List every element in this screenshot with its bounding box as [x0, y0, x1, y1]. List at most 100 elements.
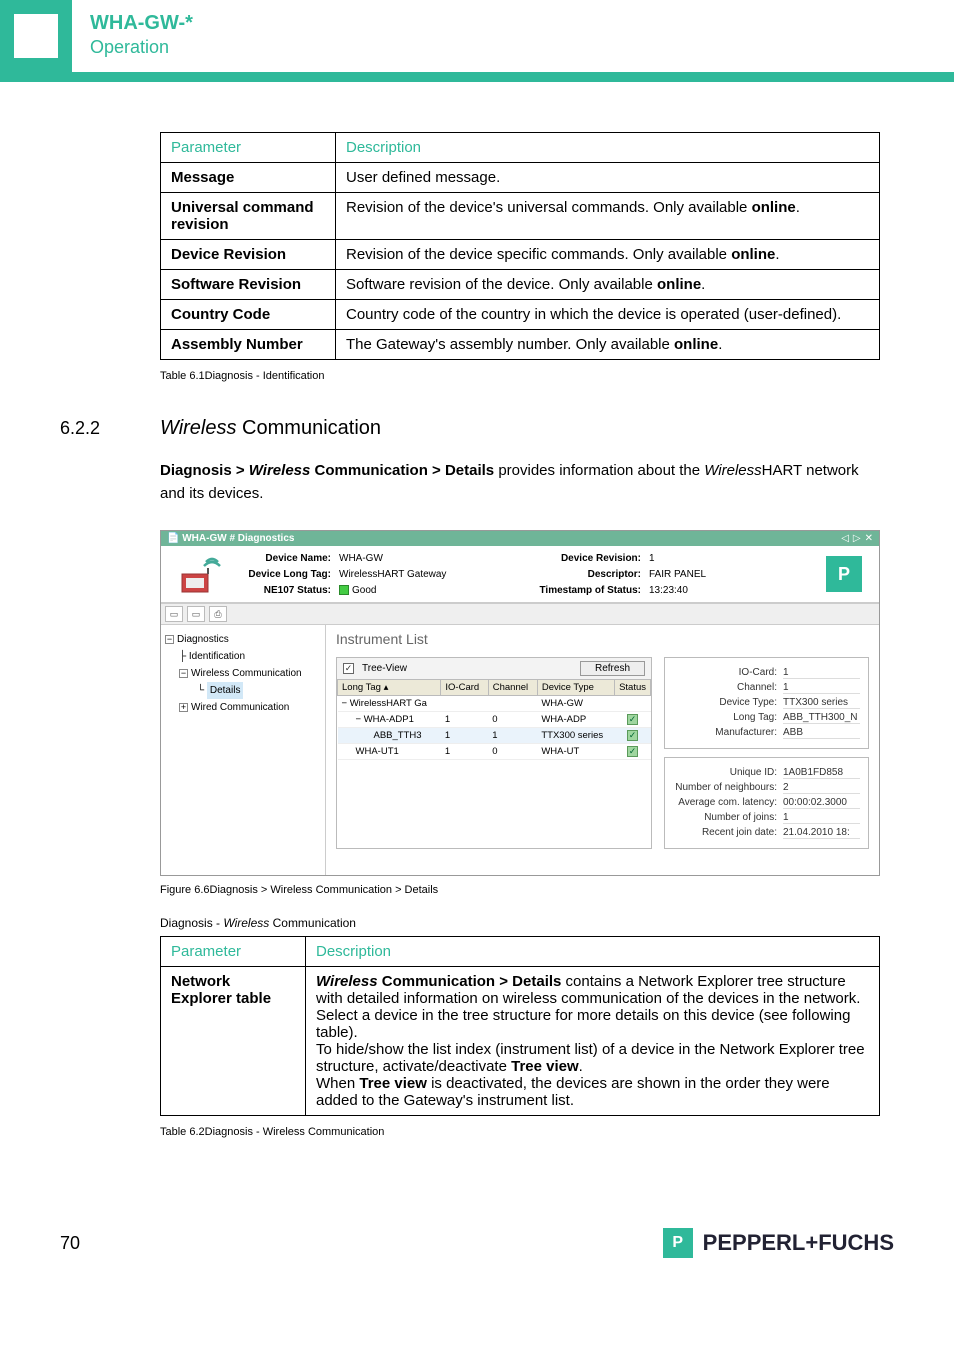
window-fwd-icon[interactable]: ▷ — [853, 533, 861, 544]
sort-asc-icon: ▴ — [384, 682, 389, 693]
header-panel: Device Name: WHA-GW Device Revision: 1 D… — [161, 546, 879, 603]
tree-details[interactable]: Details — [207, 682, 244, 699]
expand-icon[interactable]: − — [356, 714, 362, 725]
brand-icon: P — [663, 1228, 693, 1258]
joindate-value: 21.04.2010 18: — [783, 827, 860, 839]
devtype-label: Device Type: — [673, 697, 783, 709]
brand-logo: P PEPPERL+FUCHS — [663, 1228, 894, 1258]
tree-identification[interactable]: Identification — [189, 651, 245, 662]
header-rule — [0, 72, 954, 82]
longtag-value: ABB_TTH300_N — [783, 712, 860, 724]
table1-head-param: Parameter — [161, 133, 336, 163]
expand-icon[interactable]: + — [179, 703, 188, 712]
manufacturer-label: Manufacturer: — [673, 727, 783, 739]
uniqueid-label: Unique ID: — [673, 767, 783, 779]
t1-row1-param: Universal command revision — [161, 193, 336, 240]
window-close-icon[interactable]: ✕ — [865, 533, 873, 544]
table2-caption: Table 6.2Diagnosis - Wireless Communicat… — [160, 1126, 894, 1138]
joins-value: 1 — [783, 812, 860, 824]
t1-row4-desc: Country code of the country in which the… — [336, 300, 880, 330]
status-ok-icon: ✓ — [627, 746, 638, 757]
t1-row1-desc: Revision of the device's universal comma… — [336, 193, 880, 240]
expand-icon[interactable]: − — [342, 698, 348, 709]
brand-icon: P — [819, 552, 869, 596]
toolbar-print-icon[interactable]: ⎙ — [209, 606, 227, 622]
latency-label: Average com. latency: — [673, 797, 783, 809]
table-row-selected[interactable]: ABB_TTH3 1 1 TTX300 series ✓ — [338, 728, 651, 744]
devtype-value: TTX300 series — [783, 697, 860, 709]
table-row[interactable]: − WirelessHART Ga WHA-GW — [338, 696, 651, 712]
neighbours-label: Number of neighbours: — [673, 782, 783, 794]
col-channel[interactable]: Channel — [488, 680, 537, 696]
t1-row3-param: Software Revision — [161, 270, 336, 300]
t1-row5-param: Assembly Number — [161, 330, 336, 360]
device-icon — [171, 552, 229, 596]
nav-tree[interactable]: −Diagnostics ├ Identification −Wireless … — [161, 625, 326, 875]
latency-value: 00:00:02.3000 — [783, 797, 860, 809]
status-ok-icon: ✓ — [627, 730, 638, 741]
uniqueid-value: 1A0B1FD858 — [783, 767, 860, 779]
window-back-icon[interactable]: ◁ — [841, 533, 849, 544]
section-number: 6.2.2 — [60, 418, 160, 439]
section-body: Diagnosis > Wireless Communication > Det… — [160, 460, 880, 505]
descriptor-label: Descriptor: — [509, 569, 649, 580]
iocard-value: 1 — [783, 667, 860, 679]
t2-row0-desc: Wireless Communication > Details contain… — [306, 967, 880, 1116]
descriptor-value: FAIR PANEL — [649, 569, 759, 580]
device-info-box: IO-Card:1 Channel:1 Device Type:TTX300 s… — [664, 657, 869, 749]
table1-caption: Table 6.1Diagnosis - Identification — [160, 370, 894, 382]
col-device-type[interactable]: Device Type — [537, 680, 614, 696]
t1-row4-param: Country Code — [161, 300, 336, 330]
t2-row0-param: Network Explorer table — [161, 967, 306, 1116]
header-title: WHA-GW-* Operation — [72, 0, 211, 72]
table1-head-desc: Description — [336, 133, 880, 163]
device-name-value: WHA-GW — [339, 553, 509, 564]
expand-icon[interactable]: − — [165, 635, 174, 644]
window-titlebar: 📄 WHA-GW # Diagnostics ◁ ▷ ✕ — [161, 531, 879, 546]
header-bar: WHA-GW-* Operation — [0, 0, 954, 72]
device-long-tag-value: WirelessHART Gateway — [339, 569, 509, 580]
col-long-tag[interactable]: Long Tag ▴ — [338, 680, 441, 696]
longtag-label: Long Tag: — [673, 712, 783, 724]
device-revision-label: Device Revision: — [509, 553, 649, 564]
page-footer: 70 P PEPPERL+FUCHS — [0, 1228, 954, 1288]
channel-value: 1 — [783, 682, 860, 694]
timestamp-value: 13:23:40 — [649, 585, 759, 596]
refresh-button[interactable]: Refresh — [580, 661, 645, 676]
neighbours-value: 2 — [783, 782, 860, 794]
table-row[interactable]: WHA-UT1 1 0 WHA-UT ✓ — [338, 744, 651, 760]
device-name-label: Device Name: — [229, 553, 339, 564]
timestamp-label: Timestamp of Status: — [509, 585, 649, 596]
figure-caption: Figure 6.6Diagnosis > Wireless Communica… — [160, 884, 894, 896]
page-number: 70 — [60, 1233, 80, 1254]
t1-row0-desc: User defined message. — [336, 163, 880, 193]
header-line1: WHA-GW-* — [90, 12, 193, 35]
instrument-list-title: Instrument List — [326, 625, 879, 657]
col-io-card[interactable]: IO-Card — [441, 680, 488, 696]
network-stats-box: Unique ID:1A0B1FD858 Number of neighbour… — [664, 757, 869, 849]
ne107-status-value: Good — [339, 585, 509, 596]
tree-diagnostics[interactable]: Diagnostics — [177, 634, 229, 645]
toolbar-btn-1[interactable]: ▭ — [165, 606, 183, 622]
joindate-label: Recent join date: — [673, 827, 783, 839]
table-wireless-comm: Parameter Description Network Explorer t… — [160, 936, 880, 1116]
window-doc-icon: 📄 — [167, 533, 179, 544]
toolbar-btn-2[interactable]: ▭ — [187, 606, 205, 622]
status-good-icon — [339, 585, 349, 595]
t1-row2-desc: Revision of the device specific commands… — [336, 240, 880, 270]
tree-wired-comm[interactable]: Wired Communication — [191, 702, 289, 713]
t1-row3-desc: Software revision of the device. Only av… — [336, 270, 880, 300]
instrument-grid[interactable]: Long Tag ▴ IO-Card Channel Device Type S… — [337, 679, 651, 760]
header-logo — [0, 0, 72, 72]
header-line2: Operation — [90, 37, 193, 58]
t1-row5-desc: The Gateway's assembly number. Only avai… — [336, 330, 880, 360]
expand-icon[interactable]: − — [179, 669, 188, 678]
treeview-checkbox[interactable]: ✓ — [343, 663, 354, 674]
treeview-label: Tree-View — [362, 663, 407, 674]
t1-row0-param: Message — [161, 163, 336, 193]
screenshot-wireless-details: 📄 WHA-GW # Diagnostics ◁ ▷ ✕ Device Name… — [160, 530, 880, 876]
col-status[interactable]: Status — [615, 680, 651, 696]
table-row[interactable]: − WHA-ADP1 1 0 WHA-ADP ✓ — [338, 712, 651, 728]
table2-head-param: Parameter — [161, 937, 306, 967]
tree-wireless-comm[interactable]: Wireless Communication — [191, 668, 302, 679]
